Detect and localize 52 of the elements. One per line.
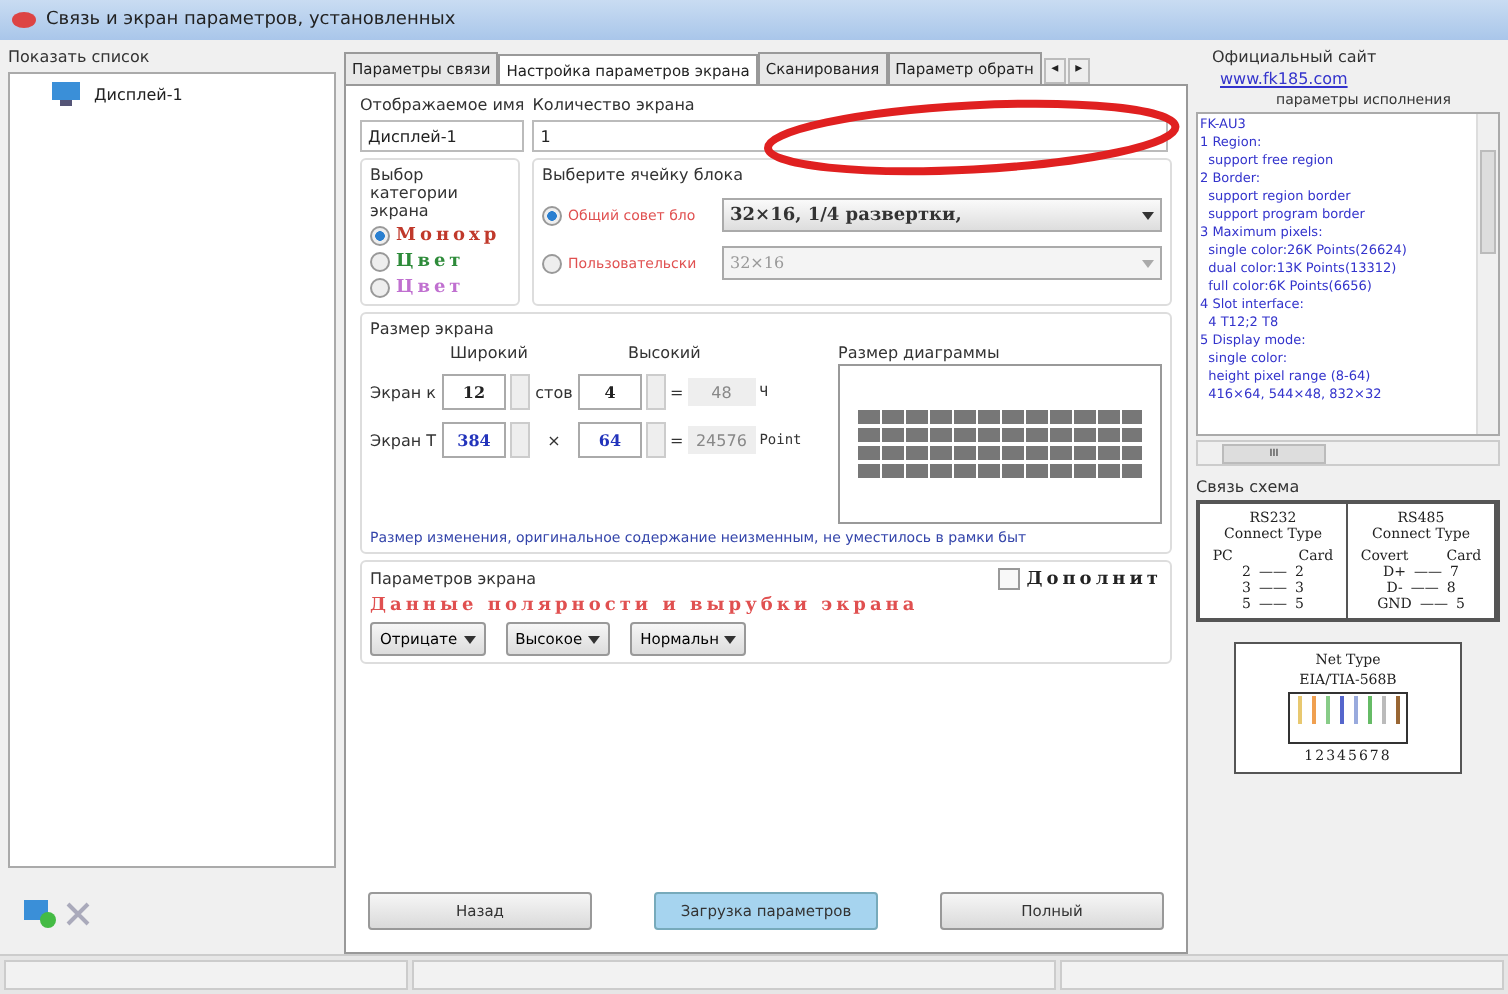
separator-text: × (545, 431, 563, 449)
window-title: Связь и экран параметров, установленных (46, 10, 456, 30)
add-display-icon[interactable] (24, 900, 56, 928)
width-spinbox[interactable]: 12 (442, 374, 506, 410)
cell-dropdown[interactable]: 32×16, 1/4 развертки, (722, 198, 1162, 232)
radio-button[interactable] (542, 253, 562, 273)
column-label: Высокий (627, 344, 701, 362)
site-link[interactable]: www.fk185.com (1196, 70, 1348, 88)
caret-icon (724, 635, 737, 643)
polarity-heading: Данные полярности и вырубки экрана (370, 596, 921, 616)
caret-icon (1142, 259, 1154, 267)
caret-icon (463, 635, 476, 643)
equals-sign: = (670, 431, 684, 449)
radio-label: Цвет (396, 252, 465, 272)
name-field[interactable]: Дисплей-1 (360, 120, 524, 152)
site-label: Официальный сайт (1210, 48, 1379, 66)
column-label: Широкий (450, 344, 528, 362)
row-label: Экран Т (370, 431, 438, 449)
field-label: Отображаемое имя (360, 96, 525, 114)
radio-button[interactable] (370, 226, 390, 246)
delete-icon[interactable] (64, 900, 92, 928)
vertical-scrollbar[interactable] (1476, 114, 1498, 434)
count-field[interactable]: 1 (532, 120, 1169, 152)
result-value: 48 (687, 378, 756, 406)
list-label: Показать список (8, 48, 152, 66)
app-icon (12, 10, 36, 30)
height-spinbox[interactable]: 64 (578, 422, 642, 458)
equals-sign: = (670, 383, 684, 401)
checkbox-label: Дополнит (1026, 569, 1162, 589)
row-label: Экран к (370, 383, 438, 401)
tree-item[interactable]: Дисплей-1 (50, 82, 183, 106)
diagram-title: Размер диаграммы (838, 344, 1002, 362)
extra-checkbox[interactable] (998, 568, 1021, 590)
cable-drawing (1288, 692, 1408, 744)
field-label: Количество экрана (532, 96, 697, 114)
height-spinbox[interactable]: 4 (578, 374, 642, 410)
radio-label: Монохр (396, 226, 501, 246)
radio-button[interactable] (370, 278, 390, 298)
caret-icon (588, 635, 601, 643)
monitor-icon (50, 82, 82, 106)
group-title: Выбор категории экрана (370, 166, 460, 220)
result-value: 24576 (687, 426, 756, 454)
group-title: Размер экрана (370, 320, 496, 338)
group-title: Выберите ячейку блока (542, 166, 746, 184)
radio-label: Цвет (396, 278, 465, 298)
caret-icon (1142, 211, 1154, 219)
radio-button[interactable] (542, 205, 562, 225)
separator-text: стов (534, 383, 574, 401)
radio-button[interactable] (370, 252, 390, 272)
group-title: Параметров экрана (370, 570, 537, 588)
wiring-label: Связь схема (1196, 478, 1302, 496)
width-spinbox[interactable]: 384 (442, 422, 506, 458)
